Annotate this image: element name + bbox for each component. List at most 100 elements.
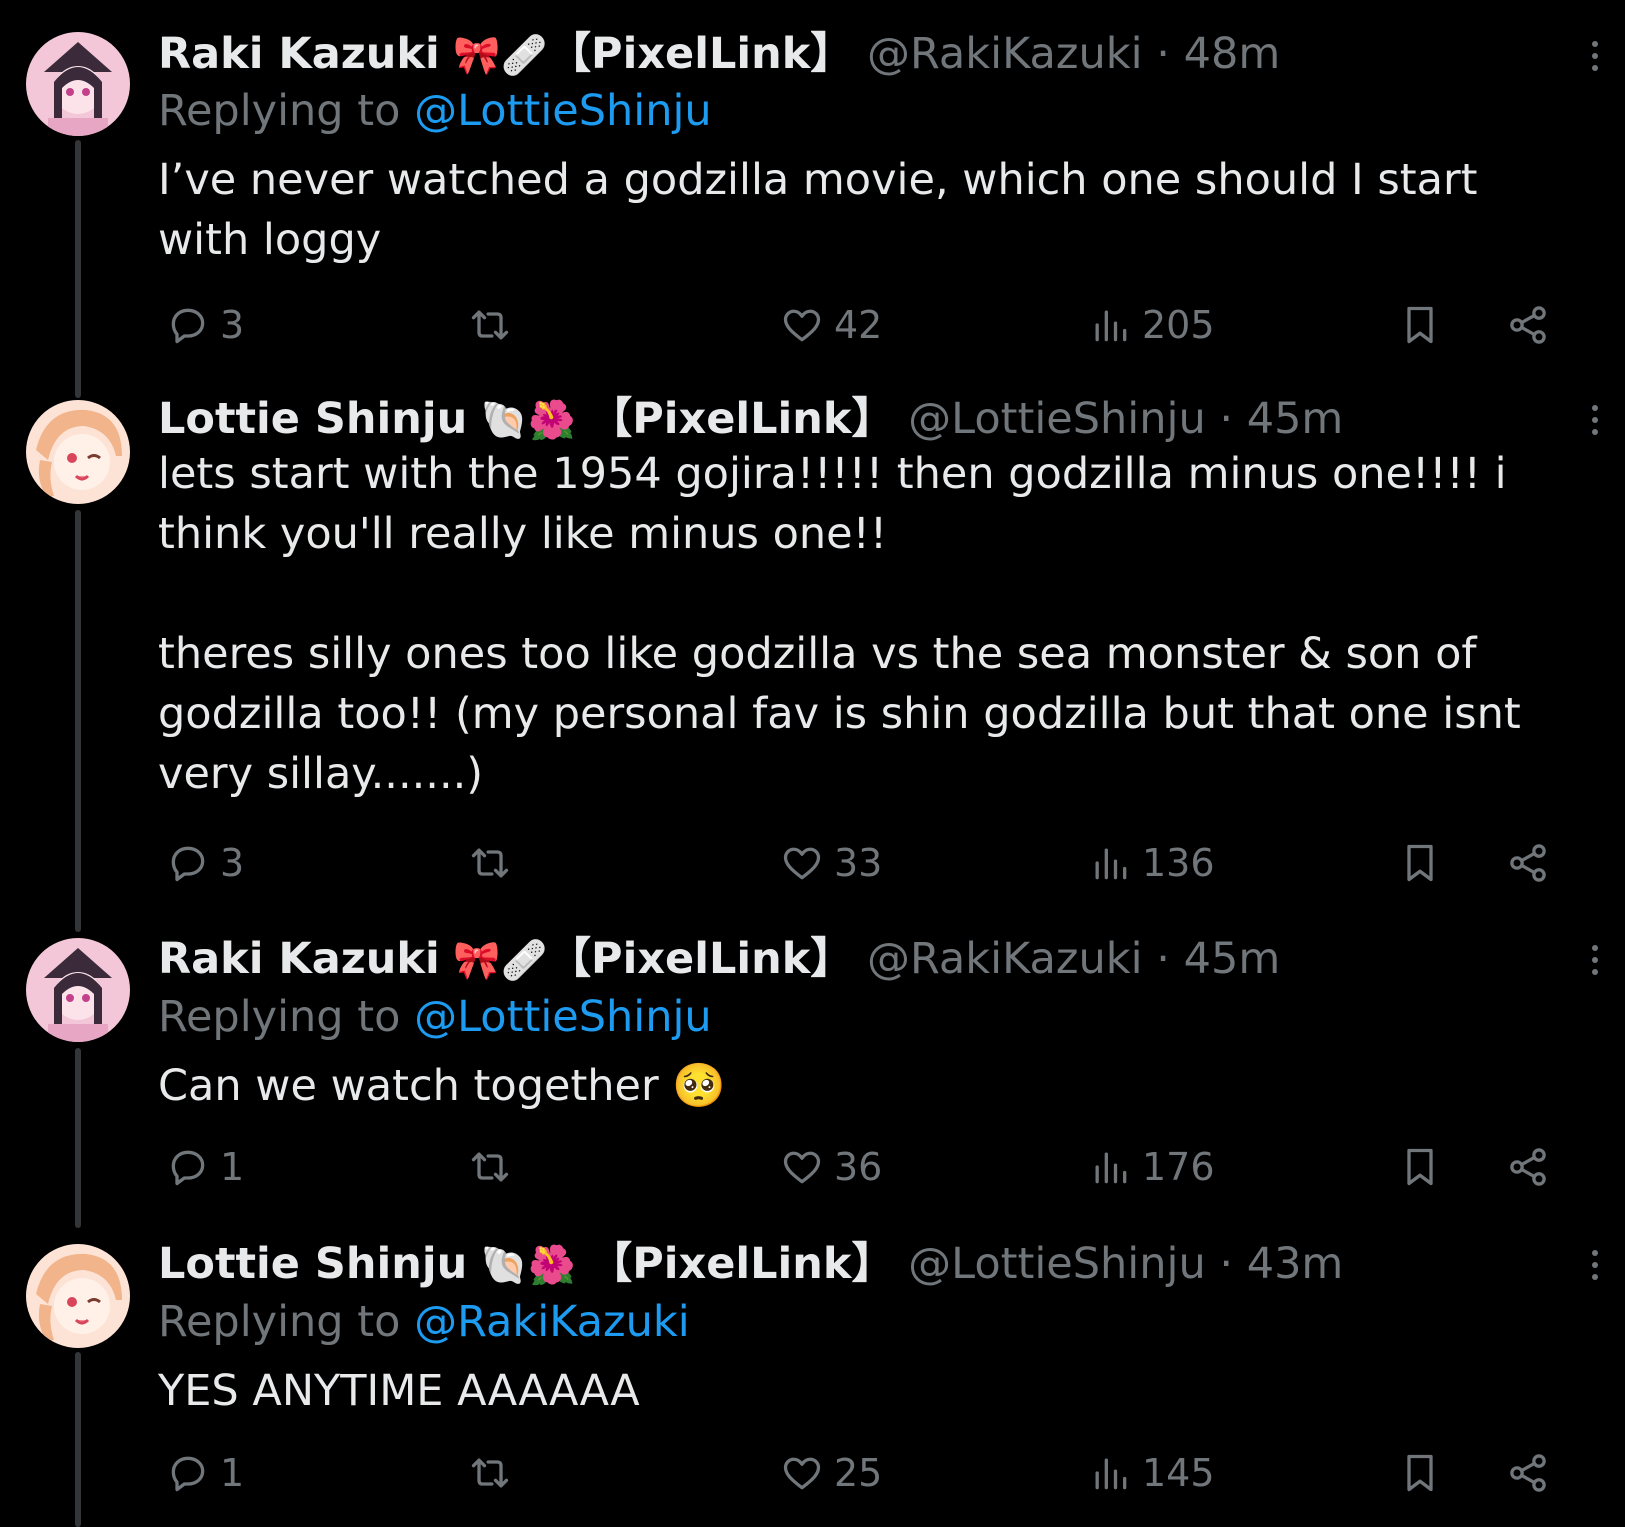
retweet-button[interactable] — [468, 1443, 522, 1503]
share-icon — [1510, 844, 1546, 882]
avatar-image — [26, 400, 130, 504]
thread-connector — [75, 1352, 81, 1527]
retweet-button[interactable] — [468, 295, 522, 355]
views-count: 145 — [1142, 1451, 1215, 1495]
replying-to-mention[interactable]: @RakiKazuki — [414, 1297, 690, 1347]
timestamp[interactable]: 45m — [1184, 934, 1281, 984]
like-icon — [783, 309, 821, 342]
avatar[interactable] — [26, 400, 130, 504]
reply-count: 3 — [220, 841, 245, 885]
replying-to: Replying to @LottieShinju — [158, 84, 712, 138]
views-icon — [1095, 1152, 1127, 1184]
name-emojis: 🎀🩹 — [453, 33, 549, 77]
tweet-actions: 1 25 145 — [158, 1443, 1558, 1503]
reply-icon — [171, 846, 205, 882]
tweet-header: Lottie Shinju 🐚🌺 【PixelLink】 @LottieShin… — [158, 392, 1343, 446]
views-button[interactable]: 176 — [1088, 1137, 1215, 1197]
user-handle[interactable]: @RakiKazuki — [867, 29, 1143, 79]
name-tag: 【PixelLink】 — [589, 1239, 895, 1289]
tweet-thread: Raki Kazuki 🎀🩹【PixelLink】 @RakiKazuki · … — [0, 0, 1625, 1527]
reply-button[interactable]: 3 — [166, 295, 244, 355]
bookmark-button[interactable] — [1398, 1443, 1442, 1503]
bookmark-icon — [1407, 1148, 1433, 1186]
more-icon[interactable] — [1580, 398, 1610, 442]
reply-button[interactable]: 3 — [166, 833, 244, 893]
share-icon — [1510, 1148, 1546, 1186]
avatar[interactable] — [26, 32, 130, 136]
bookmark-button[interactable] — [1398, 833, 1442, 893]
views-icon — [1095, 310, 1127, 342]
bookmark-icon — [1407, 844, 1433, 882]
retweet-button[interactable] — [468, 1137, 522, 1197]
user-handle[interactable]: @RakiKazuki — [867, 934, 1143, 984]
thread-connector — [75, 1048, 81, 1228]
separator: · — [1156, 29, 1170, 79]
views-count: 176 — [1142, 1145, 1215, 1189]
user-handle[interactable]: @LottieShinju — [908, 394, 1206, 444]
bookmark-icon — [1407, 1454, 1433, 1492]
reply-count: 1 — [220, 1451, 245, 1495]
more-icon[interactable] — [1580, 1243, 1610, 1287]
reply-icon — [171, 308, 205, 344]
views-count: 205 — [1142, 303, 1215, 347]
bookmark-icon — [1407, 306, 1433, 344]
more-icon[interactable] — [1580, 34, 1610, 78]
retweet-icon — [471, 1458, 509, 1488]
share-icon — [1510, 306, 1546, 344]
name-emojis: 🐚🌺 — [480, 1243, 576, 1287]
timestamp[interactable]: 48m — [1184, 29, 1281, 79]
name-emojis: 🐚🌺 — [480, 398, 576, 442]
like-count: 36 — [834, 1145, 883, 1189]
reply-button[interactable]: 1 — [166, 1443, 244, 1503]
reply-icon — [171, 1150, 205, 1186]
views-button[interactable]: 205 — [1088, 295, 1215, 355]
like-icon — [783, 1151, 821, 1184]
reply-count: 1 — [220, 1145, 245, 1189]
share-button[interactable] — [1506, 1443, 1550, 1503]
display-name[interactable]: Lottie Shinju — [158, 1239, 467, 1289]
like-button[interactable]: 42 — [780, 295, 882, 355]
tweet-text: Can we watch together 🥺 — [158, 1061, 726, 1111]
bookmark-button[interactable] — [1398, 295, 1442, 355]
avatar[interactable] — [26, 938, 130, 1042]
reply-icon — [171, 1456, 205, 1492]
like-icon — [783, 847, 821, 880]
views-count: 136 — [1142, 841, 1215, 885]
timestamp[interactable]: 45m — [1247, 394, 1344, 444]
avatar-image — [26, 938, 130, 1042]
share-icon — [1510, 1454, 1546, 1492]
tweet-text: YES ANYTIME AAAAAA — [158, 1366, 640, 1416]
reply-count: 3 — [220, 303, 245, 347]
like-button[interactable]: 33 — [780, 833, 882, 893]
display-name[interactable]: Raki Kazuki — [158, 934, 440, 984]
separator: · — [1156, 934, 1170, 984]
tweet-text: lets start with the 1954 gojira!!!!! the… — [158, 449, 1521, 799]
timestamp[interactable]: 43m — [1247, 1239, 1344, 1289]
like-icon — [783, 1457, 821, 1490]
name-tag: 【PixelLink】 — [548, 934, 854, 984]
user-handle[interactable]: @LottieShinju — [908, 1239, 1206, 1289]
retweet-icon — [471, 848, 509, 878]
retweet-button[interactable] — [468, 833, 522, 893]
retweet-icon — [471, 1152, 509, 1182]
name-tag: 【PixelLink】 — [589, 394, 895, 444]
share-button[interactable] — [1506, 295, 1550, 355]
replying-to-mention[interactable]: @LottieShinju — [414, 992, 712, 1042]
like-button[interactable]: 36 — [780, 1137, 882, 1197]
reply-button[interactable]: 1 — [166, 1137, 244, 1197]
tweet-text: I’ve never watched a godzilla movie, whi… — [158, 155, 1492, 265]
display-name[interactable]: Lottie Shinju — [158, 394, 467, 444]
name-tag: 【PixelLink】 — [548, 29, 854, 79]
avatar[interactable] — [26, 1244, 130, 1348]
replying-to-mention[interactable]: @LottieShinju — [414, 86, 712, 136]
tweet-actions: 3 33 136 — [158, 833, 1558, 893]
avatar-image — [26, 1244, 130, 1348]
like-button[interactable]: 25 — [780, 1443, 882, 1503]
views-button[interactable]: 145 — [1088, 1443, 1215, 1503]
display-name[interactable]: Raki Kazuki — [158, 29, 440, 79]
more-icon[interactable] — [1580, 938, 1610, 982]
share-button[interactable] — [1506, 1137, 1550, 1197]
views-button[interactable]: 136 — [1088, 833, 1215, 893]
share-button[interactable] — [1506, 833, 1550, 893]
bookmark-button[interactable] — [1398, 1137, 1442, 1197]
